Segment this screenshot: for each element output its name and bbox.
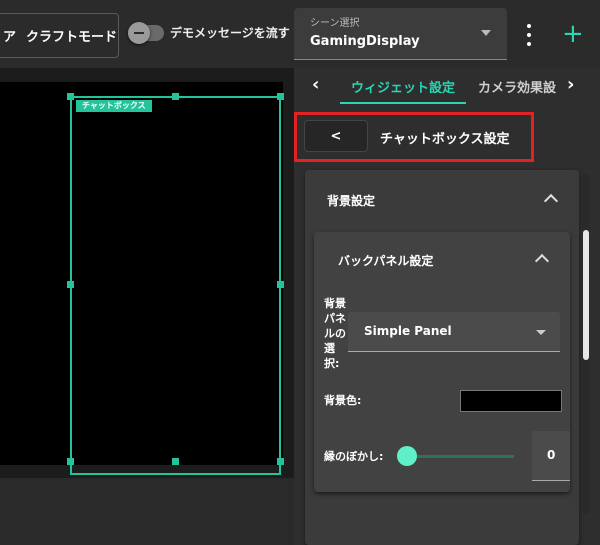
scene-select-caption: シーン選択 <box>310 18 360 29</box>
tab-bar: ‹ ウィジェット設定 カメラ効果設 › <box>294 68 600 104</box>
scene-preview: チャットボックス <box>0 68 294 478</box>
resize-handle-top-right[interactable] <box>277 93 284 100</box>
scrollbar-thumb[interactable] <box>583 230 589 360</box>
panel-select-value: Simple Panel <box>364 324 452 338</box>
add-icon[interactable]: + <box>562 20 584 48</box>
tab-prev-icon[interactable]: ‹ <box>312 74 319 95</box>
background-color-label: 背景色: <box>324 394 362 407</box>
resize-handle-bottom-left[interactable] <box>67 458 74 465</box>
background-settings-card: 背景設定 バックパネル設定 背景パネルの選択: Simple Panel 背景色… <box>305 170 579 545</box>
tab-camera-effects[interactable]: カメラ効果設 <box>478 77 556 96</box>
background-settings-title: 背景設定 <box>327 194 376 208</box>
back-panel-settings-title: バックパネル設定 <box>338 254 434 268</box>
panel-select-label: 背景パネルの選択: <box>324 297 346 370</box>
dropdown-arrow-icon <box>481 30 491 36</box>
edge-blur-slider[interactable] <box>406 455 514 458</box>
edge-blur-input[interactable]: 0 <box>532 431 570 481</box>
panel-select[interactable]: Simple Panel <box>348 312 560 352</box>
chat-box-tag: チャットボックス <box>76 100 152 112</box>
slider-thumb[interactable] <box>397 446 417 466</box>
demo-message-toggle[interactable]: デモメッセージを流す <box>128 21 290 44</box>
edge-blur-label: 縁のぼかし: <box>324 450 384 463</box>
resize-handle-right[interactable] <box>277 281 284 288</box>
resize-handle-top[interactable] <box>172 93 179 100</box>
settings-panel: ‹ ウィジェット設定 カメラ効果設 › < チャットボックス設定 背景設定 バッ… <box>294 68 600 545</box>
tab-widget-settings[interactable]: ウィジェット設定 <box>351 77 455 96</box>
resize-handle-bottom[interactable] <box>172 458 179 465</box>
preview-canvas: チャットボックス <box>0 82 284 475</box>
active-tab-indicator <box>340 102 466 104</box>
toggle-track[interactable] <box>128 21 164 44</box>
craft-mode-label: クラフトモード <box>26 30 118 45</box>
craft-mode-button[interactable]: ア クラフトモード <box>0 13 119 58</box>
chat-box-widget[interactable]: チャットボックス <box>70 96 281 475</box>
more-menu-icon[interactable] <box>520 22 538 48</box>
chevron-up-icon[interactable] <box>543 193 559 209</box>
tools-icon: ア <box>3 30 17 45</box>
resize-handle-left[interactable] <box>67 281 74 288</box>
settings-title: チャットボックス設定 <box>380 132 510 147</box>
dropdown-arrow-icon <box>536 330 546 335</box>
edge-blur-value: 0 <box>547 448 556 462</box>
back-panel-settings-card: バックパネル設定 背景パネルの選択: Simple Panel 背景色: 縁のぼ… <box>314 232 570 492</box>
resize-handle-bottom-right[interactable] <box>277 458 284 465</box>
bottom-area <box>0 478 294 545</box>
resize-handle-top-left[interactable] <box>67 93 74 100</box>
toggle-knob[interactable] <box>128 21 150 44</box>
scene-select-value: GamingDisplay <box>310 34 420 49</box>
demo-toggle-label: デモメッセージを流す <box>170 26 290 40</box>
tab-next-icon[interactable]: › <box>567 74 574 95</box>
background-color-picker[interactable] <box>460 390 562 412</box>
app-root: ア クラフトモード デモメッセージを流す シーン選択 GamingDisplay… <box>0 0 600 545</box>
back-button[interactable]: < <box>304 120 368 152</box>
chevron-up-icon[interactable] <box>534 253 550 269</box>
scrollbar[interactable] <box>582 174 590 514</box>
chevron-left-icon: < <box>330 128 342 144</box>
top-bar: ア クラフトモード デモメッセージを流す シーン選択 GamingDisplay… <box>0 0 600 68</box>
scene-select[interactable]: シーン選択 GamingDisplay <box>294 8 507 60</box>
